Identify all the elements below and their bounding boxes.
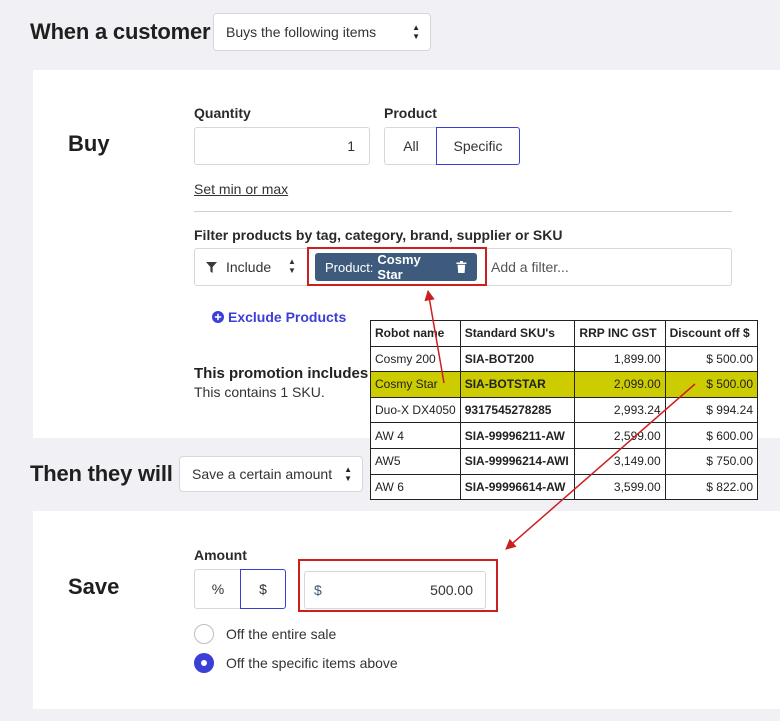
annotation-arrows	[424, 289, 696, 550]
unit-option-dollar[interactable]: $	[240, 569, 286, 609]
product-option-specific[interactable]: Specific	[436, 127, 520, 165]
arrow-to-chip	[424, 289, 445, 384]
arrow-to-amount	[505, 383, 696, 550]
